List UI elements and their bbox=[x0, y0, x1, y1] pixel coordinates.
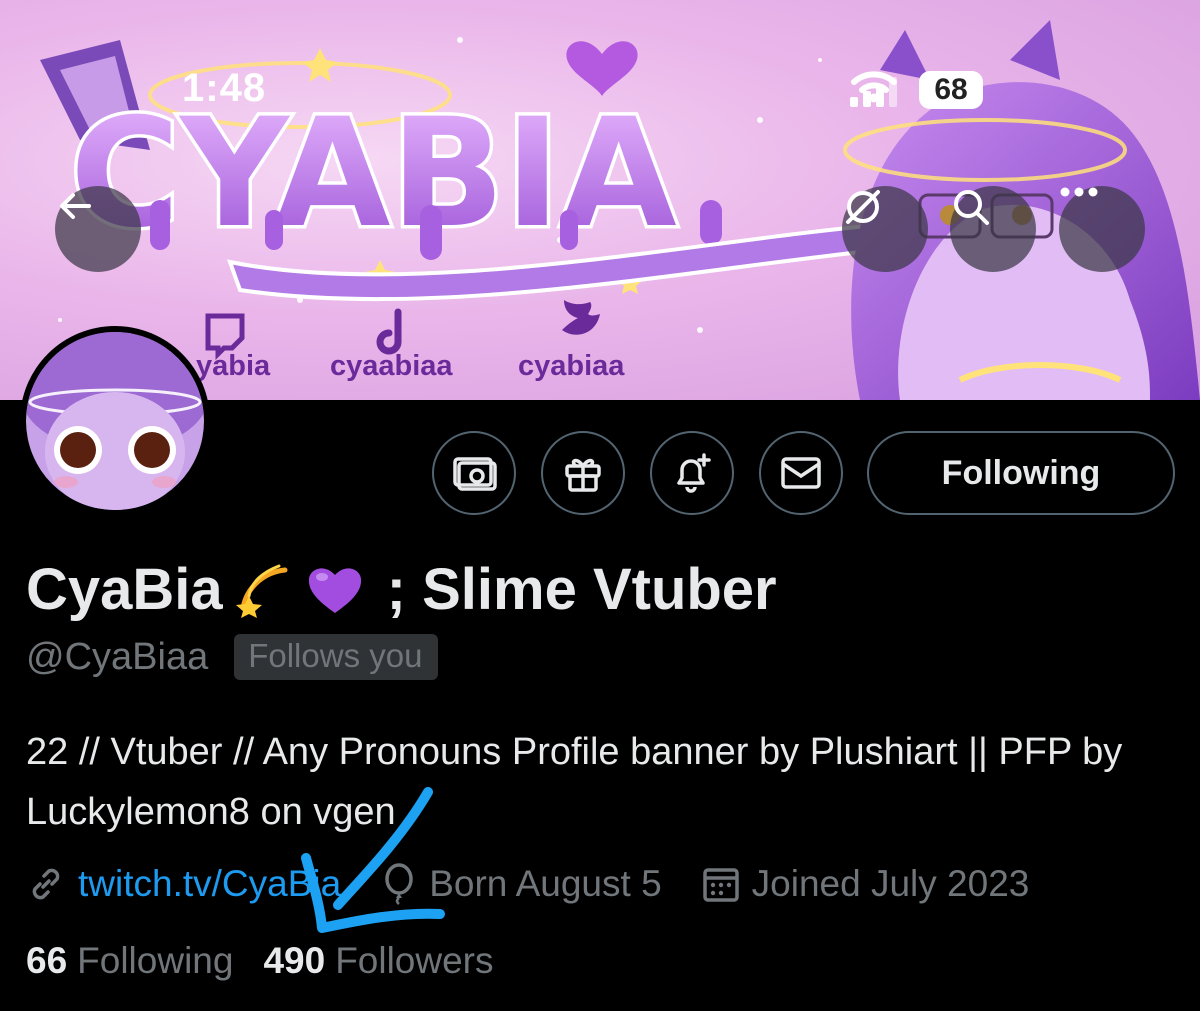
following-button[interactable]: Following bbox=[867, 431, 1175, 515]
more-options-button[interactable] bbox=[1059, 186, 1145, 272]
follows-you-badge: Follows you bbox=[234, 634, 439, 680]
mail-icon bbox=[781, 457, 821, 489]
profile-meta: twitch.tv/CyaBia Born August 5 Joined Ju… bbox=[26, 858, 1029, 910]
more-horizontal-icon bbox=[1060, 187, 1098, 197]
notifications-button[interactable] bbox=[650, 431, 734, 515]
birthday-item: Born August 5 bbox=[381, 863, 662, 905]
display-name: CyaBia ; Slime Vtuber bbox=[26, 556, 777, 623]
followers-stat-label: Followers bbox=[335, 940, 494, 981]
grok-button[interactable] bbox=[842, 186, 928, 272]
avatar[interactable] bbox=[20, 326, 210, 516]
display-name-suffix: ; Slime Vtuber bbox=[386, 557, 777, 622]
battery-indicator: 68 bbox=[919, 71, 983, 109]
banner-tiktok-label: cyaabiaa bbox=[330, 350, 453, 382]
following-stat[interactable]: 66 Following bbox=[26, 940, 233, 982]
purple-heart-emoji-icon bbox=[303, 558, 367, 622]
website-link[interactable]: twitch.tv/CyaBia bbox=[78, 863, 341, 905]
followers-count: 490 bbox=[263, 940, 326, 981]
dizzy-emoji-icon bbox=[231, 558, 295, 622]
message-button[interactable] bbox=[759, 431, 843, 515]
joined-item: Joined July 2023 bbox=[702, 863, 1030, 905]
tip-button[interactable] bbox=[432, 431, 516, 515]
twitter-bird-icon bbox=[562, 300, 600, 335]
status-time: 1:48 bbox=[182, 66, 267, 110]
tiktok-icon bbox=[376, 308, 402, 355]
gift-icon bbox=[565, 458, 601, 492]
status-indicators: 68 bbox=[850, 70, 983, 110]
gift-button[interactable] bbox=[541, 431, 625, 515]
joined-text: Joined July 2023 bbox=[751, 863, 1030, 904]
profile-banner[interactable]: CYABIA 1:48 68 yabia cyaabiaa cyabiaa bbox=[0, 0, 1200, 400]
calendar-icon bbox=[702, 868, 739, 902]
website-item: twitch.tv/CyaBia bbox=[26, 863, 341, 905]
search-button[interactable] bbox=[950, 186, 1036, 272]
birthday-text: Born August 5 bbox=[429, 863, 662, 904]
bell-plus-icon bbox=[677, 453, 711, 493]
balloon-icon bbox=[385, 863, 413, 905]
grok-icon bbox=[846, 190, 880, 224]
avatar-image bbox=[26, 332, 204, 510]
followers-stat[interactable]: 490 Followers bbox=[263, 940, 493, 982]
banner-twitter-label: cyabiaa bbox=[518, 350, 625, 382]
link-icon bbox=[32, 868, 60, 900]
user-handle: @CyaBiaa bbox=[26, 635, 209, 678]
following-count: 66 bbox=[26, 940, 68, 981]
arrow-left-icon bbox=[60, 193, 91, 219]
profile-bio: 22 // Vtuber // Any Pronouns Profile ban… bbox=[26, 731, 1123, 833]
money-icon bbox=[453, 457, 497, 491]
follow-stats: 66 Following 490 Followers bbox=[26, 940, 494, 982]
search-icon bbox=[954, 190, 989, 225]
display-name-text: CyaBia bbox=[26, 557, 223, 622]
handle-row: @CyaBiaa Follows you bbox=[26, 634, 439, 680]
twitch-icon bbox=[205, 313, 245, 361]
banner-twitch-label: yabia bbox=[196, 350, 271, 382]
back-button[interactable] bbox=[55, 186, 141, 272]
following-stat-label: Following bbox=[77, 940, 234, 981]
wifi-icon bbox=[851, 71, 897, 103]
